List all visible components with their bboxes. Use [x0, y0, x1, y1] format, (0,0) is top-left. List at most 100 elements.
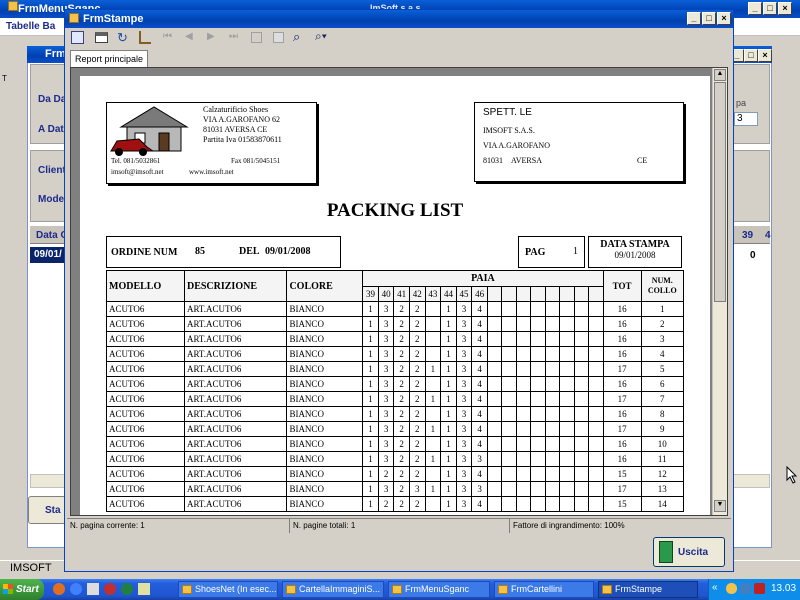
row-empty [544, 316, 561, 332]
row-qty: 1 [362, 346, 379, 362]
row-empty [530, 316, 546, 332]
row-qty: 1 [362, 466, 379, 482]
row-qty: 2 [377, 496, 395, 512]
task-frmstampe[interactable]: FrmStampe [598, 581, 698, 598]
row-empty [544, 376, 561, 392]
col-4-header[interactable]: 4 [765, 230, 771, 241]
back-status-imsoft: IMSOFT [10, 562, 52, 574]
row-empty [530, 301, 546, 317]
row-qty: 1 [440, 406, 457, 422]
quicklaunch-icon-4[interactable] [104, 583, 116, 595]
back-start-button[interactable]: Sta [28, 496, 66, 524]
number-field[interactable]: 3 [734, 112, 758, 126]
quicklaunch-ie-icon[interactable] [70, 583, 82, 595]
stampe-maximize-icon[interactable]: □ [702, 12, 716, 25]
task-cartella[interactable]: CartellaImmaginiS... [282, 581, 384, 598]
last-page-icon[interactable]: ⏭ [229, 31, 238, 42]
pag-num: 1 [573, 246, 578, 257]
row-empty [530, 391, 546, 407]
scroll-up-icon[interactable]: ▲ [714, 69, 726, 81]
close-icon[interactable]: × [778, 2, 792, 15]
prev-page-icon[interactable]: ◀ [185, 31, 193, 42]
selected-row-date[interactable]: 09/01/ [30, 247, 66, 263]
scroll-down-icon[interactable]: ▼ [714, 500, 726, 512]
row-modello: ACUTO6 [106, 436, 185, 452]
row-empty [501, 466, 517, 482]
binoculars-icon[interactable]: ⌕ [293, 29, 300, 45]
stampe-titlebar[interactable]: FrmStampe [65, 10, 733, 28]
row-empty [559, 301, 575, 317]
task-frmcartellini[interactable]: FrmCartellini [494, 581, 594, 598]
row-qty: 1 [440, 481, 457, 497]
row-collo: 7 [640, 391, 685, 407]
row-empty [573, 376, 590, 392]
goto-page-icon[interactable] [251, 32, 262, 43]
row-qty: 1 [362, 406, 379, 422]
row-empty [530, 406, 546, 422]
row-qty: 1 [362, 436, 379, 452]
zoom-icon[interactable]: ⌕▾ [315, 29, 327, 44]
refresh-icon[interactable]: ↻ [117, 30, 128, 46]
maximize-icon[interactable]: □ [763, 2, 777, 15]
first-page-icon[interactable]: ⏮ [163, 31, 172, 42]
order-box: ORDINE NUM 85 DEL 09/01/2008 [106, 236, 341, 268]
row-modello: ACUTO6 [106, 391, 185, 407]
start-button[interactable]: Start [0, 579, 44, 600]
quicklaunch-icon-5[interactable] [121, 583, 133, 595]
row-qty: 3 [455, 346, 473, 362]
col-39-header[interactable]: 39 [742, 230, 753, 241]
scroll-thumb[interactable] [714, 82, 726, 302]
modello-header: MODELLO [106, 270, 185, 302]
row-qty: 3 [377, 361, 395, 377]
report-viewport: Calzaturificio Shoes VIA A.GAROFANO 62 8… [70, 67, 728, 516]
exit-button[interactable]: Uscita [653, 537, 725, 567]
row-qty: 2 [408, 451, 426, 467]
row-qty: 2 [393, 481, 410, 497]
quicklaunch-icon-6[interactable] [138, 583, 150, 595]
task-shoesnet[interactable]: ShoesNet (In esec... [178, 581, 278, 598]
minimize-icon[interactable]: _ [748, 2, 762, 15]
next-page-icon[interactable]: ▶ [207, 31, 215, 42]
inner-close-icon[interactable]: × [758, 49, 772, 62]
tray-hand-icon[interactable] [726, 583, 737, 594]
system-tray: « 13.03 [708, 579, 800, 600]
company-address: VIA A.GAROFANO 62 [203, 115, 280, 124]
row-collo: 6 [640, 376, 685, 392]
row-empty [559, 436, 575, 452]
tree-icon[interactable] [139, 31, 151, 44]
row-empty [544, 466, 561, 482]
row-colore: BIANCO [286, 451, 364, 467]
tray-chevron-icon[interactable]: « [712, 582, 718, 593]
inner-maximize-icon[interactable]: □ [744, 49, 758, 62]
row-collo: 12 [640, 466, 685, 482]
back-tab[interactable]: Tabelle Ba [6, 21, 55, 32]
row-empty [486, 346, 503, 362]
recipient-city: AVERSA [511, 156, 542, 165]
stop-icon[interactable] [273, 32, 284, 43]
tab-report-principale[interactable]: Report principale [70, 50, 148, 67]
quicklaunch-icon-1[interactable] [53, 583, 65, 595]
row-empty [501, 301, 517, 317]
print-icon[interactable] [95, 32, 108, 43]
da-data-label: Da Da [38, 94, 67, 105]
row-empty [588, 301, 604, 317]
stampe-minimize-icon[interactable]: _ [687, 12, 701, 25]
row-qty [424, 496, 442, 512]
export-icon[interactable] [71, 31, 84, 44]
tray-network-icon[interactable] [740, 583, 751, 594]
stampe-close-icon[interactable]: × [717, 12, 731, 25]
row-qty [424, 406, 442, 422]
row-qty: 2 [393, 301, 410, 317]
row-empty [573, 451, 590, 467]
table-row: ACUTO6 ART.ACUTO6 BIANCO 1 3 2 2 1 3 4 16 8 [106, 406, 685, 422]
tray-shield-icon[interactable] [754, 583, 765, 594]
quicklaunch-icon-3[interactable] [87, 583, 99, 595]
row-empty [573, 361, 590, 377]
task-frmmenusganc[interactable]: FrmMenuSganc [388, 581, 490, 598]
row-descrizione: ART.ACUTO6 [183, 481, 288, 497]
report-vscrollbar[interactable]: ▲ ▼ [712, 68, 727, 515]
row-qty: 4 [471, 406, 488, 422]
row-empty [515, 346, 532, 362]
row-tot: 16 [602, 376, 642, 392]
size-header: 39 [362, 286, 379, 302]
